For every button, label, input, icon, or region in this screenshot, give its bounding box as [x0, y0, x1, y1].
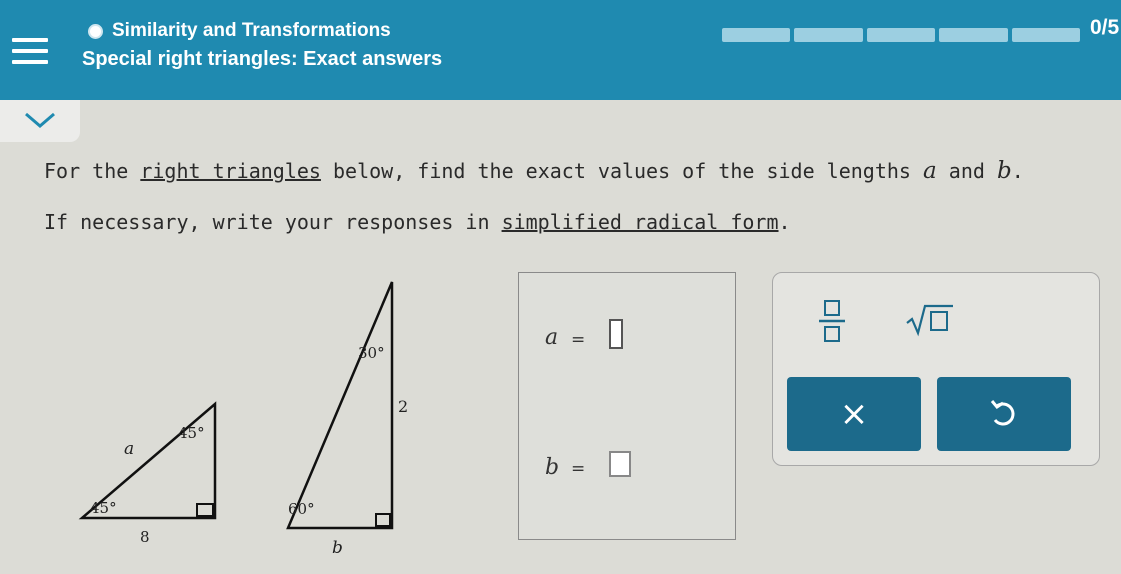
- progress-segment: [1011, 28, 1081, 42]
- triangle1-side-a: a: [124, 439, 134, 459]
- triangle-45-45-90: a 45° 45° 8: [78, 401, 217, 546]
- fraction-icon[interactable]: [815, 297, 851, 343]
- menu-icon[interactable]: [12, 38, 48, 64]
- triangle2-side-b: b: [332, 538, 343, 558]
- undo-icon: [990, 400, 1015, 426]
- progress-segment: [939, 28, 1008, 42]
- variable-b: b: [996, 158, 1012, 184]
- triangle-30-60-90: 30° 2 60° b: [286, 281, 408, 558]
- progress-bar: [722, 28, 1081, 42]
- triangle2-bottom-angle: 60°: [288, 500, 315, 518]
- answer-panel: a = b =: [518, 272, 736, 540]
- triangle1-bottom-angle: 45°: [90, 499, 117, 517]
- triangle2-top-angle: 30°: [358, 344, 385, 362]
- triangle-figures: a 45° 45° 8 30° 2 60° b: [78, 281, 408, 558]
- math-keypad: ×: [772, 272, 1100, 466]
- answer-a-label: a: [545, 325, 559, 350]
- question-text: If necessary, write your responses in: [44, 210, 502, 234]
- question-line-2: If necessary, write your responses in si…: [44, 210, 791, 234]
- clear-button[interactable]: ×: [787, 377, 921, 451]
- sqrt-icon[interactable]: [905, 303, 955, 337]
- lesson-title: Special right triangles: Exact answers: [82, 48, 443, 70]
- triangle2-hypotenuse: 2: [398, 397, 408, 416]
- answer-a-input[interactable]: [609, 319, 623, 349]
- undo-button[interactable]: [937, 377, 1071, 451]
- header-bar: Similarity and Transformations Special r…: [0, 0, 1121, 100]
- close-icon: ×: [839, 394, 869, 434]
- triangle1-base: 8: [140, 528, 150, 546]
- question-text: and: [936, 159, 997, 183]
- variable-a: a: [923, 158, 937, 184]
- chevron-down-icon: [25, 112, 55, 128]
- progress-count: 0/5: [1090, 16, 1120, 39]
- collapse-toggle[interactable]: [0, 100, 80, 142]
- progress-segment: [866, 28, 936, 42]
- question-line-1: For the right triangles below, find the …: [44, 158, 1024, 184]
- question-text: below, find the exact values of the side…: [320, 159, 924, 183]
- right-triangles-link[interactable]: right triangles: [140, 159, 321, 183]
- answer-b-input[interactable]: [609, 451, 631, 477]
- answer-b-equals: =: [571, 459, 586, 479]
- progress-segment: [722, 28, 791, 42]
- simplified-radical-form-link[interactable]: simplified radical form: [502, 210, 779, 234]
- question-text: For the: [44, 159, 141, 183]
- triangle1-top-angle: 45°: [178, 424, 205, 442]
- answer-a-equals: =: [571, 330, 586, 350]
- question-text: .: [1011, 159, 1024, 183]
- progress-segment: [794, 28, 863, 42]
- topic-status-icon: [88, 24, 103, 39]
- answer-b-label: b: [545, 455, 560, 480]
- topic-title: Similarity and Transformations: [112, 20, 391, 41]
- question-text: .: [778, 210, 791, 234]
